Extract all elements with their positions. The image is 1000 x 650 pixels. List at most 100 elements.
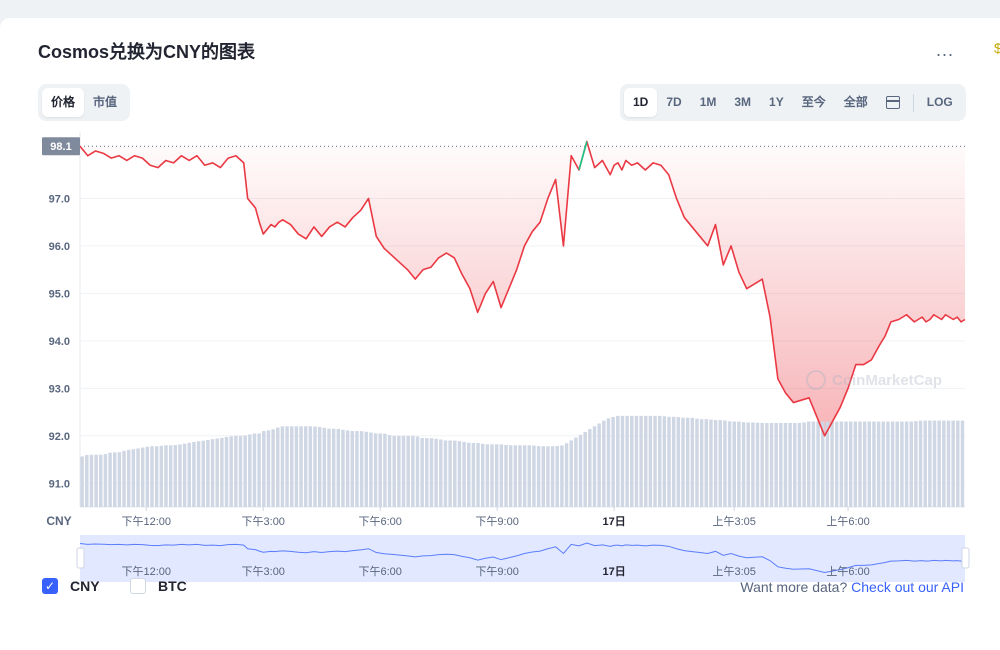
volume-bar bbox=[657, 415, 662, 507]
volume-bar bbox=[904, 421, 909, 507]
volume-bar bbox=[793, 422, 797, 507]
volume-bar bbox=[741, 422, 746, 507]
volume-bar bbox=[783, 422, 788, 507]
navigator-tick-label: 17日 bbox=[602, 565, 625, 578]
volume-bar bbox=[136, 448, 140, 507]
volume-bar bbox=[126, 449, 131, 507]
volume-bar bbox=[192, 442, 196, 507]
volume-bar bbox=[755, 422, 760, 507]
volume-bar bbox=[499, 444, 504, 507]
volume-bar bbox=[117, 452, 122, 507]
volume-bar bbox=[331, 428, 336, 507]
volume-bar bbox=[238, 435, 243, 507]
volume-bar bbox=[648, 415, 653, 507]
volume-bar bbox=[336, 428, 341, 507]
volume-bar bbox=[909, 421, 913, 507]
volume-bar bbox=[490, 444, 494, 507]
volume-bar bbox=[262, 430, 266, 507]
volume-bar bbox=[834, 421, 839, 507]
api-promo-text: Want more data? bbox=[740, 579, 852, 595]
volume-bar bbox=[914, 421, 918, 507]
navigator-handle-left[interactable] bbox=[76, 547, 85, 569]
volume-bar bbox=[862, 421, 867, 507]
volume-bar bbox=[308, 426, 313, 507]
volume-bar bbox=[494, 444, 499, 507]
api-link[interactable]: Check out our API bbox=[851, 579, 964, 595]
volume-bar bbox=[387, 435, 392, 507]
volume-bar bbox=[294, 426, 299, 507]
volume-bar bbox=[676, 417, 681, 507]
volume-bar bbox=[802, 422, 806, 507]
volume-bar bbox=[662, 416, 667, 507]
volume-bar bbox=[536, 446, 541, 507]
legend-cny[interactable]: CNY bbox=[42, 578, 100, 594]
volume-bar bbox=[113, 452, 117, 507]
volume-bar bbox=[876, 421, 881, 507]
volume-bar bbox=[299, 426, 303, 507]
volume-bar bbox=[644, 415, 648, 507]
volume-bar bbox=[681, 417, 685, 507]
volume-bar bbox=[290, 426, 294, 507]
current-price-label: 98.1 bbox=[50, 141, 71, 153]
x-tick-label: 下午3:00 bbox=[242, 515, 285, 528]
volume-bar bbox=[355, 431, 359, 507]
volume-bar bbox=[541, 446, 545, 507]
y-tick-label: 97.0 bbox=[49, 193, 70, 205]
navigator-handle-right[interactable] bbox=[961, 547, 970, 569]
volume-bar bbox=[425, 438, 429, 507]
navigator-tick-label: 上午6:00 bbox=[826, 565, 869, 578]
volume-bar bbox=[271, 429, 275, 507]
volume-bar bbox=[285, 426, 289, 507]
volume-bar bbox=[252, 433, 257, 507]
volume-bar bbox=[578, 434, 583, 507]
watermark: CoinMarketCap bbox=[806, 370, 942, 390]
volume-bar bbox=[154, 446, 159, 507]
volume-bar bbox=[946, 420, 951, 507]
volume-bar bbox=[322, 427, 327, 507]
volume-bar bbox=[718, 420, 722, 507]
volume-bar bbox=[80, 456, 84, 507]
x-tick-label: 上午6:00 bbox=[826, 515, 869, 528]
volume-bar bbox=[555, 446, 559, 507]
volume-bar bbox=[182, 443, 187, 507]
volume-bar bbox=[951, 420, 955, 507]
volume-bar bbox=[257, 433, 261, 507]
volume-bar bbox=[406, 435, 410, 507]
volume-bar bbox=[942, 420, 946, 507]
x-tick-label: 下午12:00 bbox=[122, 515, 172, 528]
x-tick-label: 下午6:00 bbox=[358, 515, 401, 528]
volume-bar bbox=[890, 421, 895, 507]
legend-btc-label: BTC bbox=[158, 578, 187, 594]
volume-bar bbox=[415, 436, 420, 507]
price-chart[interactable]: 91.0 92.0 93.0 94.0 95.0 96.0 97.0 98.1 CNY 下午12:… bbox=[0, 0, 1000, 650]
volume-bar bbox=[220, 437, 224, 507]
cny-checkbox[interactable] bbox=[42, 578, 58, 594]
volume-bar bbox=[480, 443, 485, 507]
volume-bar bbox=[620, 415, 625, 507]
volume-bar bbox=[522, 445, 527, 507]
volume-bar bbox=[956, 420, 960, 507]
volume-bar bbox=[448, 440, 452, 507]
volume-bar bbox=[574, 437, 578, 507]
volume-bar bbox=[848, 421, 853, 507]
y-tick-label: 91.0 bbox=[49, 478, 70, 490]
volume-bar bbox=[369, 432, 373, 507]
volume-bar bbox=[839, 421, 844, 507]
volume-bar bbox=[99, 454, 103, 507]
volume-bar bbox=[276, 427, 280, 507]
volume-bar bbox=[206, 439, 210, 507]
navigator-tick-label: 上午3:05 bbox=[712, 565, 755, 578]
volume-bar bbox=[690, 417, 695, 507]
volume-bar bbox=[900, 421, 904, 507]
volume-bar bbox=[807, 421, 811, 507]
volume-bar bbox=[210, 439, 215, 507]
volume-bar bbox=[429, 438, 434, 507]
volume-bar bbox=[364, 431, 368, 507]
volume-bar bbox=[303, 426, 308, 507]
volume-bar bbox=[564, 443, 569, 507]
legend-btc[interactable]: BTC bbox=[130, 578, 187, 594]
btc-checkbox[interactable] bbox=[130, 578, 146, 594]
volume-bar bbox=[280, 426, 285, 507]
volume-bar bbox=[858, 421, 862, 507]
volume-bar bbox=[443, 440, 448, 507]
